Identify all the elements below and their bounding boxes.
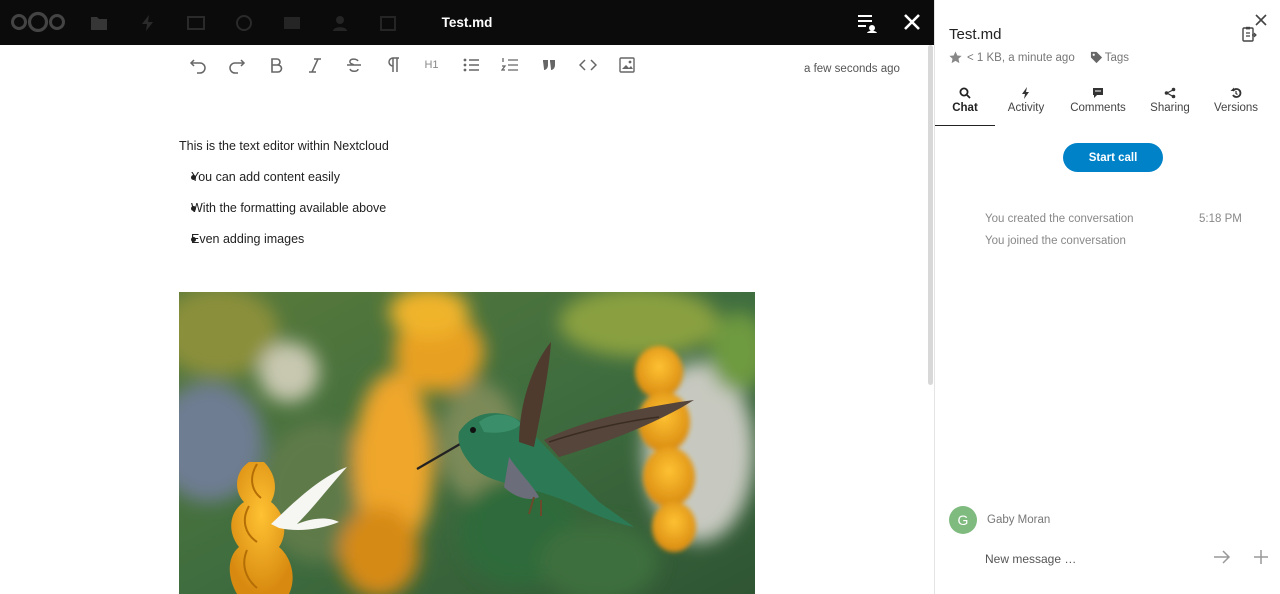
strikethrough-button[interactable] [334, 53, 373, 77]
search-icon [959, 87, 971, 99]
file-size-modified: < 1 KB, a minute ago [967, 51, 1075, 64]
file-meta: < 1 KB, a minute ago Tags [949, 51, 1129, 64]
sidebar-toggle-icon[interactable] [856, 12, 878, 34]
tags-button[interactable]: Tags [1090, 51, 1129, 64]
paragraph-icon [387, 57, 399, 72]
system-message: You joined the conversation [985, 235, 1126, 247]
blockquote-icon [542, 60, 555, 70]
undo-button[interactable] [178, 53, 217, 77]
code-button[interactable] [568, 53, 607, 77]
avatar[interactable]: G [949, 506, 977, 534]
tab-chat[interactable]: Chat [935, 84, 995, 126]
list-item[interactable]: Even adding images [191, 231, 779, 247]
heading-icon: H1 [424, 59, 439, 71]
editor-header: Test.md [0, 0, 934, 45]
tab-chat-label: Chat [952, 102, 978, 114]
numbered-list-icon [500, 58, 518, 71]
redo-button[interactable] [217, 53, 256, 77]
share-icon [1164, 87, 1176, 99]
author-name: Gaby Moran [987, 514, 1051, 526]
tag-icon [1090, 51, 1102, 64]
save-status: a few seconds ago [804, 63, 900, 75]
list-item[interactable]: You can add content easily [191, 169, 779, 185]
sidebar-tabs: Chat Activity Comments Sharing Versions [935, 84, 1280, 126]
italic-button[interactable] [295, 53, 334, 77]
bullet-list-button[interactable] [451, 53, 490, 77]
tab-sharing[interactable]: Sharing [1139, 84, 1201, 126]
undo-icon [189, 59, 206, 74]
document-bullet-list: You can add content easily With the form… [179, 169, 779, 247]
tab-activity-label: Activity [1007, 102, 1045, 114]
blockquote-button[interactable] [529, 53, 568, 77]
sidebar-file-name: Test.md [949, 26, 1002, 43]
paragraph-button[interactable] [373, 53, 412, 77]
tags-label: Tags [1104, 51, 1130, 64]
document-content[interactable]: This is the text editor within Nextcloud… [179, 138, 779, 262]
app-sidebar: Test.md < 1 KB, a minute ago Tags Chat A… [934, 0, 1280, 594]
lightning-icon [1022, 87, 1029, 99]
current-user: G Gaby Moran [949, 506, 1050, 534]
text-editor: H1 a few seconds ago This is the text ed… [0, 45, 934, 594]
tab-comments-label: Comments [1070, 102, 1126, 114]
italic-icon [308, 58, 321, 73]
image-icon [618, 57, 635, 73]
comment-icon [1093, 88, 1103, 98]
tab-sharing-label: Sharing [1150, 102, 1190, 114]
editor-scrollbar[interactable] [928, 45, 933, 385]
start-call-button[interactable]: Start call [1063, 143, 1163, 172]
list-item[interactable]: With the formatting available above [191, 200, 779, 216]
favorite-star-icon[interactable] [949, 51, 962, 64]
hummingbird-image[interactable] [179, 292, 755, 594]
tab-versions[interactable]: Versions [1201, 84, 1271, 126]
document-paragraph[interactable]: This is the text editor within Nextcloud [179, 138, 779, 154]
editor-title: Test.md [441, 15, 493, 30]
sidebar-close-icon[interactable] [1254, 13, 1268, 27]
close-icon[interactable] [902, 12, 922, 32]
tab-comments[interactable]: Comments [1057, 84, 1139, 126]
send-arrow-icon[interactable] [1213, 549, 1231, 565]
tab-activity[interactable]: Activity [995, 84, 1057, 126]
tab-versions-label: Versions [1213, 102, 1259, 114]
bold-icon [270, 58, 282, 73]
new-message-input[interactable] [985, 550, 1205, 568]
insert-image-button[interactable] [607, 53, 646, 77]
bullet-list-icon [463, 58, 479, 72]
system-message: You created the conversation [985, 213, 1134, 225]
history-icon [1230, 87, 1242, 98]
system-message-time: 5:18 PM [1199, 213, 1242, 225]
bold-button[interactable] [256, 53, 295, 77]
code-icon [578, 59, 597, 71]
formatting-toolbar: H1 [178, 53, 646, 77]
heading-button[interactable]: H1 [412, 53, 451, 77]
redo-icon [228, 59, 245, 74]
clipboard-icon[interactable] [1241, 26, 1257, 42]
strikethrough-icon [346, 58, 361, 72]
numbered-list-button[interactable] [490, 53, 529, 77]
add-attachment-icon[interactable] [1253, 549, 1269, 565]
